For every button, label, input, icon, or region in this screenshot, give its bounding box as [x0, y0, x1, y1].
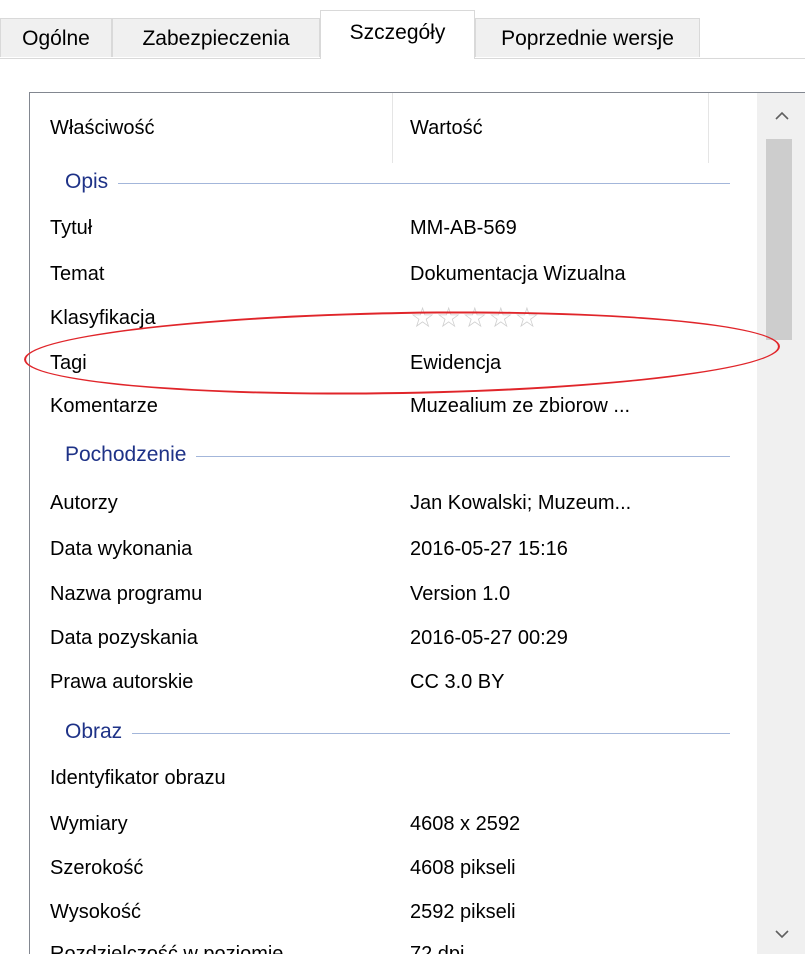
property-value: 4608 pikseli	[410, 857, 516, 879]
tab-previous-versions[interactable]: Poprzednie wersje	[475, 18, 700, 57]
property-name: Autorzy	[50, 492, 118, 514]
property-row[interactable]: Wymiary 4608 x 2592	[30, 801, 757, 847]
tab-details[interactable]: Szczegóły	[320, 10, 475, 59]
tab-general[interactable]: Ogólne	[0, 18, 112, 57]
column-separator[interactable]	[392, 93, 393, 163]
property-name: Nazwa programu	[50, 583, 203, 605]
property-row[interactable]: Szerokość 4608 pikseli	[30, 845, 757, 891]
property-value: Version 1.0	[410, 583, 511, 605]
tab-strip: Ogólne Zabezpieczenia Szczegóły Poprzedn…	[0, 0, 805, 59]
property-row[interactable]: Tytuł MM-AB-569	[30, 205, 757, 251]
properties-list-panel: Właściwość Wartość Opis Tytuł MM-AB-569 …	[29, 92, 805, 954]
property-name: Data pozyskania	[50, 627, 198, 649]
column-header-value[interactable]: Wartość	[410, 93, 483, 163]
property-value: 2592 pikseli	[410, 901, 516, 923]
tab-security[interactable]: Zabezpieczenia	[112, 18, 320, 57]
list-header: Właściwość Wartość	[30, 93, 757, 163]
property-value: 72 dpi	[410, 943, 465, 954]
property-value: MM-AB-569	[410, 217, 517, 239]
vertical-scrollbar[interactable]	[757, 93, 805, 954]
property-name: Rozdzielczość w poziomie	[50, 943, 284, 954]
properties-list[interactable]: Właściwość Wartość Opis Tytuł MM-AB-569 …	[30, 93, 757, 954]
property-row[interactable]: Identyfikator obrazu	[30, 755, 757, 801]
property-name: Wysokość	[50, 901, 141, 923]
chevron-down-icon[interactable]	[757, 911, 805, 954]
column-separator[interactable]	[708, 93, 709, 163]
property-name: Komentarze	[50, 395, 158, 417]
group-heading-opis[interactable]: Opis	[30, 159, 757, 205]
scrollbar-thumb[interactable]	[766, 139, 792, 340]
property-name: Wymiary	[50, 813, 128, 835]
group-heading-pochodzenie[interactable]: Pochodzenie	[30, 432, 757, 478]
chevron-up-icon[interactable]	[757, 93, 805, 137]
property-row[interactable]: Temat Dokumentacja Wizualna	[30, 251, 757, 297]
property-name: Identyfikator obrazu	[50, 767, 226, 789]
property-value: Dokumentacja Wizualna	[410, 263, 626, 285]
property-row[interactable]: Wysokość 2592 pikseli	[30, 889, 757, 935]
group-label: Pochodzenie	[65, 432, 197, 478]
column-header-property[interactable]: Właściwość	[50, 93, 154, 163]
group-label: Obraz	[65, 709, 133, 755]
property-row[interactable]: Autorzy Jan Kowalski; Muzeum...	[30, 480, 757, 526]
group-heading-obraz[interactable]: Obraz	[30, 709, 757, 755]
property-name: Prawa autorskie	[50, 671, 194, 693]
property-name: Szerokość	[50, 857, 144, 879]
group-divider	[65, 733, 730, 734]
property-value: 2016-05-27 15:16	[410, 538, 568, 560]
property-row[interactable]: Data wykonania 2016-05-27 15:16	[30, 526, 757, 572]
property-row[interactable]: Prawa autorskie CC 3.0 BY	[30, 659, 757, 705]
property-name: Tytuł	[50, 217, 93, 239]
group-divider	[65, 183, 730, 184]
group-label: Opis	[65, 159, 119, 205]
property-row[interactable]: Data pozyskania 2016-05-27 00:29	[30, 615, 757, 661]
property-name: Data wykonania	[50, 538, 193, 560]
property-value: CC 3.0 BY	[410, 671, 505, 693]
property-row[interactable]: Nazwa programu Version 1.0	[30, 571, 757, 617]
property-value: 2016-05-27 00:29	[410, 627, 568, 649]
property-value: Jan Kowalski; Muzeum...	[410, 492, 632, 514]
property-value: 4608 x 2592	[410, 813, 521, 835]
property-row[interactable]: Rozdzielczość w poziomie 72 dpi	[30, 931, 757, 954]
property-name: Temat	[50, 263, 105, 285]
